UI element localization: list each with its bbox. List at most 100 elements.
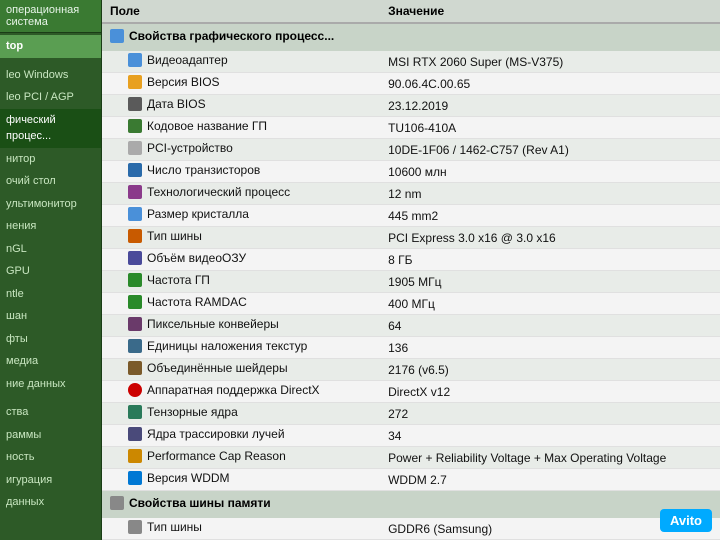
directx-icon [128, 383, 142, 397]
value-cell: DirectX v12 [380, 381, 720, 403]
value-cell: 136 [380, 337, 720, 359]
table-row: Дата BIOS 23.12.2019 [102, 95, 720, 117]
wddm-icon [128, 471, 142, 485]
field-label: Объём видеоОЗУ [147, 251, 246, 265]
field-label: Версия WDDM [147, 471, 230, 485]
sidebar-item-14[interactable]: ние данных [0, 373, 101, 396]
table-row: Частота RAMDAC 400 МГц [102, 293, 720, 315]
sidebar-item-3[interactable]: фический процес... [0, 109, 101, 148]
sidebar-item-12[interactable]: фты [0, 328, 101, 351]
field-label: PCI-устройство [147, 141, 233, 155]
table-row: Объём видеоОЗУ 8 ГБ [102, 249, 720, 271]
sidebar-item-18[interactable]: ность [0, 446, 101, 469]
sidebar-item-9[interactable]: GPU [0, 260, 101, 283]
sidebar-item-5[interactable]: очий стол [0, 170, 101, 193]
sidebar-item-11[interactable]: шан [0, 305, 101, 328]
table-row: PCI-устройство 10DE-1F06 / 1462-C757 (Re… [102, 139, 720, 161]
value-cell: WDDM 2.7 [380, 469, 720, 491]
sidebar-item-10[interactable]: ntle [0, 283, 101, 306]
value-cell: 10600 млн [380, 161, 720, 183]
sidebar-item-20[interactable]: данных [0, 491, 101, 514]
sidebar-item-6[interactable]: ультимонитор [0, 193, 101, 216]
sidebar-item-17[interactable]: раммы [0, 424, 101, 447]
field-cell: Частота RAMDAC [102, 293, 380, 315]
field-label: Размер кристалла [147, 207, 249, 221]
field-label: Кодовое название ГП [147, 119, 267, 133]
field-cell: Частота ГП [102, 271, 380, 293]
field-cell: Версия BIOS [102, 73, 380, 95]
field-label: Performance Cap Reason [147, 449, 286, 463]
sidebar-item-13[interactable]: медиа [0, 350, 101, 373]
field-cell: Видеоадаптер [102, 51, 380, 73]
value-cell: 12 nm [380, 183, 720, 205]
table-row: Версия WDDM WDDM 2.7 [102, 469, 720, 491]
table-row: Ядра трассировки лучей 34 [102, 425, 720, 447]
sidebar-items: top leo Windows leo PCI / AGP фический п… [0, 33, 101, 516]
sidebar: операционная система top leo Windows leo… [0, 0, 102, 540]
sidebar-item-1[interactable]: leo Windows [0, 64, 101, 87]
freq-icon [128, 273, 142, 287]
sub-icon [128, 520, 142, 534]
value-cell: 445 mm2 [380, 205, 720, 227]
field-label: Частота RAMDAC [147, 295, 247, 309]
field-cell: Объединённые шейдеры [102, 359, 380, 381]
field-cell: Тип шины [102, 518, 380, 540]
table-row: Технологический процесс 12 nm [102, 183, 720, 205]
value-cell: 90.06.4C.00.65 [380, 73, 720, 95]
field-label: Видеоадаптер [147, 53, 228, 67]
field-cell: Аппаратная поддержка DirectX [102, 381, 380, 403]
sidebar-item-top[interactable]: top [0, 35, 101, 58]
table-row: Кодовое название ГП TU106-410A [102, 117, 720, 139]
field-label: Пиксельные конвейеры [147, 317, 279, 331]
texture-icon [128, 339, 142, 353]
field-cell: Число транзисторов [102, 161, 380, 183]
shader-icon [128, 361, 142, 375]
table-row: Пиксельные конвейеры 64 [102, 315, 720, 337]
field-cell: PCI-устройство [102, 139, 380, 161]
value-cell: 64 [380, 315, 720, 337]
table-row: Тип шины PCI Express 3.0 x16 @ 3.0 x16 [102, 227, 720, 249]
code-icon [128, 119, 142, 133]
sidebar-item-16[interactable]: ства [0, 401, 101, 424]
sidebar-item-2[interactable]: leo PCI / AGP [0, 86, 101, 109]
value-cell: 34 [380, 425, 720, 447]
gpu-icon [128, 53, 142, 67]
field-label: Ядра трассировки лучей [147, 427, 285, 441]
sidebar-item-7[interactable]: нения [0, 215, 101, 238]
field-cell: Версия WDDM [102, 469, 380, 491]
value-cell: 1905 МГц [380, 271, 720, 293]
field-label: Тип шины [147, 520, 202, 534]
field-label: Частота ГП [147, 273, 210, 287]
field-label: Объединённые шейдеры [147, 361, 288, 375]
sidebar-item-4[interactable]: нитор [0, 148, 101, 171]
value-cell: 10DE-1F06 / 1462-C757 (Rev A1) [380, 139, 720, 161]
pci-icon [128, 141, 142, 155]
field-cell: Кодовое название ГП [102, 117, 380, 139]
table-row: Частота ГП 1905 МГц [102, 271, 720, 293]
table-row: Число транзисторов 10600 млн [102, 161, 720, 183]
tensor-icon [128, 405, 142, 419]
table-area[interactable]: Поле Значение Свойства графического проц… [102, 0, 720, 540]
value-cell: MSI RTX 2060 Super (MS-V375) [380, 51, 720, 73]
field-label: Аппаратная поддержка DirectX [147, 383, 320, 397]
field-label: Версия BIOS [147, 75, 220, 89]
sidebar-item-8[interactable]: nGL [0, 238, 101, 261]
field-cell: Ядра трассировки лучей [102, 425, 380, 447]
col-field: Поле [102, 0, 380, 23]
value-cell: Power + Reliability Voltage + Max Operat… [380, 447, 720, 469]
table-row: Единицы наложения текстур 136 [102, 337, 720, 359]
value-cell: 8 ГБ [380, 249, 720, 271]
ray-icon [128, 427, 142, 441]
bios-icon [128, 75, 142, 89]
table-row: Performance Cap Reason Power + Reliabili… [102, 447, 720, 469]
process-icon [128, 185, 142, 199]
sidebar-item-19[interactable]: игурация [0, 469, 101, 492]
sidebar-header: операционная система [0, 0, 101, 33]
monitor-icon [128, 163, 142, 177]
properties-table: Поле Значение Свойства графического проц… [102, 0, 720, 540]
freq-icon [128, 295, 142, 309]
field-label: Тип шины [147, 229, 202, 243]
table-row: Версия BIOS 90.06.4C.00.65 [102, 73, 720, 95]
crystal-icon [128, 207, 142, 221]
date-icon [128, 97, 142, 111]
